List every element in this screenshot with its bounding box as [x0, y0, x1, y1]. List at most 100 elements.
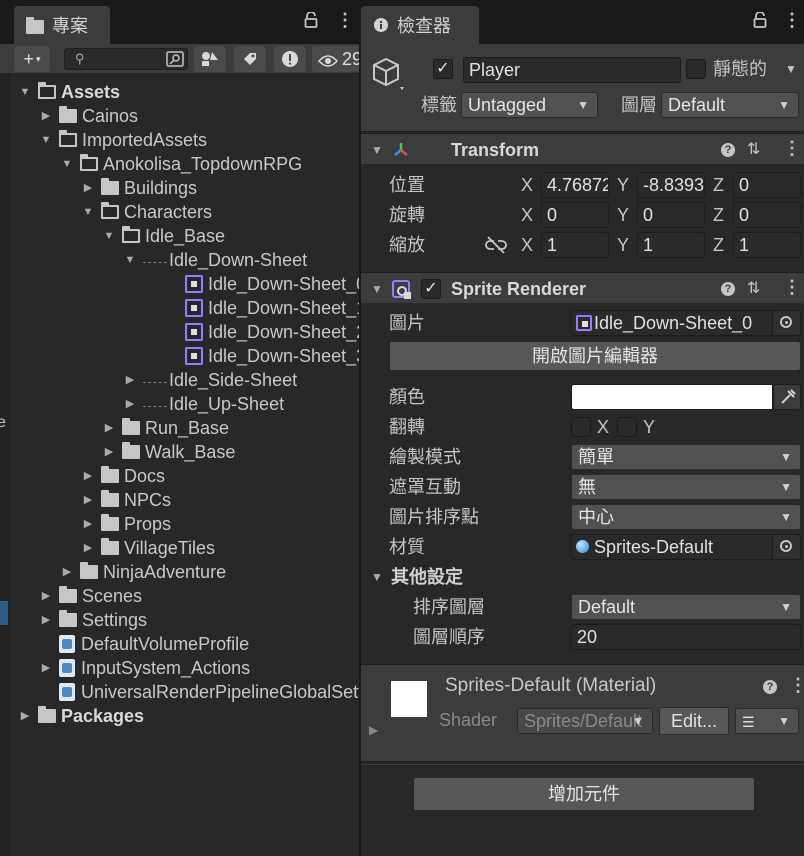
presets-icon[interactable]: ⇅ — [747, 278, 760, 298]
filter-by-label-icon[interactable] — [234, 46, 266, 72]
collapse-arrow-icon[interactable]: ▶ — [123, 392, 137, 416]
collapse-arrow-icon[interactable]: ▶ — [39, 656, 53, 680]
expand-arrow-icon[interactable]: ▼ — [18, 80, 32, 104]
help-icon[interactable]: ? — [763, 680, 777, 694]
collapse-arrow-icon[interactable]: ▶ — [39, 104, 53, 128]
edit-shader-button[interactable]: Edit... — [659, 707, 729, 735]
tree-item[interactable]: ▼ ImportedAssets — [39, 128, 207, 152]
tree-item[interactable]: ▼ Idle_Base — [102, 224, 225, 248]
rotation-x-field[interactable]: 0 — [541, 202, 609, 228]
add-component-button[interactable]: 增加元件 — [413, 777, 755, 811]
collapse-arrow-icon[interactable]: ▶ — [39, 584, 53, 608]
scale-y-field[interactable]: 1 — [637, 232, 705, 258]
kebab-menu-icon[interactable]: ⋮ — [336, 10, 354, 31]
tree-item[interactable]: ▶ Packages — [18, 704, 144, 728]
inspector-tab[interactable]: 檢查器 — [361, 6, 479, 44]
collapse-arrow-icon[interactable]: ▼ — [371, 564, 383, 590]
tree-item[interactable]: ▶ Scenes — [39, 584, 142, 608]
expand-arrow-icon[interactable]: ▼ — [60, 152, 74, 176]
active-checkbox[interactable]: ✓ — [433, 59, 453, 79]
pos-y-label[interactable]: Y — [617, 172, 629, 198]
expand-arrow-icon[interactable]: ▼ — [102, 224, 116, 248]
tree-item[interactable]: Idle_Down-Sheet_0 — [165, 272, 359, 296]
eyedropper-icon[interactable] — [773, 384, 801, 410]
tree-item[interactable]: ▶ NinjaAdventure — [60, 560, 226, 584]
color-swatch[interactable] — [571, 384, 773, 410]
collapse-arrow-icon[interactable]: ▼ — [371, 134, 383, 166]
order-in-layer-field[interactable]: 20 — [571, 624, 801, 650]
presets-icon[interactable]: ⇅ — [747, 139, 760, 159]
scale-z-label[interactable]: Z — [713, 232, 724, 258]
position-x-field[interactable]: 4.76872 — [541, 172, 609, 198]
lock-icon[interactable] — [753, 11, 767, 33]
scale-y-label[interactable]: Y — [617, 232, 629, 258]
tree-item[interactable]: ▶ VillageTiles — [81, 536, 215, 560]
mask-interaction-dropdown[interactable]: 無 — [571, 474, 801, 500]
flip-x-checkbox[interactable] — [571, 417, 591, 437]
static-dropdown-icon[interactable]: ▼ — [785, 62, 797, 76]
collapse-arrow-icon[interactable]: ▶ — [81, 464, 95, 488]
tree-item[interactable]: ▶ Idle_Side-Sheet — [123, 368, 297, 392]
component-menu-icon[interactable]: ⋮ — [783, 138, 801, 159]
shader-options-dropdown[interactable]: ☰ — [735, 708, 799, 734]
object-picker-icon[interactable] — [772, 311, 800, 335]
scale-z-field[interactable]: 1 — [733, 232, 801, 258]
help-icon[interactable]: ? — [721, 143, 735, 157]
lock-icon[interactable] — [304, 11, 318, 33]
collapse-arrow-icon[interactable]: ▶ — [81, 536, 95, 560]
gameobject-cube-icon[interactable] — [371, 56, 404, 90]
tree-item[interactable]: ▼ Idle_Down-Sheet — [123, 248, 308, 272]
sprite-renderer-enabled-checkbox[interactable]: ✓ — [421, 279, 441, 299]
collapse-arrow-icon[interactable]: ▶ — [81, 176, 95, 200]
tree-item[interactable]: ▶ Idle_Up-Sheet — [123, 392, 284, 416]
expand-arrow-icon[interactable]: ▼ — [39, 128, 53, 152]
static-checkbox[interactable] — [686, 59, 706, 79]
tree-item[interactable]: ▶ Docs — [81, 464, 165, 488]
pos-z-label[interactable]: Z — [713, 172, 724, 198]
object-picker-icon[interactable] — [772, 535, 800, 559]
rotation-y-field[interactable]: 0 — [637, 202, 705, 228]
expand-arrow-icon[interactable]: ▼ — [81, 200, 95, 224]
collapse-arrow-icon[interactable]: ▶ — [81, 488, 95, 512]
collapse-arrow-icon[interactable]: ▶ — [102, 416, 116, 440]
rotation-z-field[interactable]: 0 — [733, 202, 801, 228]
sprite-field[interactable]: Idle_Down-Sheet_0 — [571, 310, 801, 336]
rot-y-label[interactable]: Y — [617, 202, 629, 228]
tree-item[interactable]: ▶ Walk_Base — [102, 440, 235, 464]
tree-item[interactable]: ▶ Buildings — [81, 176, 197, 200]
position-z-field[interactable]: 0 — [733, 172, 801, 198]
scale-x-field[interactable]: 1 — [541, 232, 609, 258]
tree-item[interactable]: ▼ Anokolisa_TopdownRPG — [60, 152, 302, 176]
object-name-field[interactable]: Player — [463, 57, 681, 83]
collapse-arrow-icon[interactable]: ▶ — [81, 512, 95, 536]
tree-item[interactable]: ▶ Run_Base — [102, 416, 229, 440]
material-field[interactable]: Sprites-Default — [571, 534, 801, 560]
warning-filter-icon[interactable] — [274, 46, 306, 72]
additional-settings-label[interactable]: 其他設定 — [391, 564, 463, 590]
search-scope-icon[interactable] — [162, 46, 188, 72]
expand-arrow-icon[interactable]: ▶ — [369, 723, 378, 737]
create-button[interactable]: + ▾ — [14, 46, 50, 72]
material-menu-icon[interactable]: ⋮ — [789, 675, 804, 696]
tree-item[interactable]: ▶ Settings — [39, 608, 147, 632]
tree-item[interactable]: Idle_Down-Sheet_3 — [165, 344, 359, 368]
shader-dropdown[interactable]: Sprites/Default — [517, 708, 653, 734]
collapse-arrow-icon[interactable]: ▶ — [60, 560, 74, 584]
tree-item[interactable]: Idle_Down-Sheet_2 — [165, 320, 359, 344]
tag-dropdown[interactable]: Untagged — [461, 92, 598, 118]
tree-item[interactable]: ▶ InputSystem_Actions — [39, 656, 250, 680]
visibility-toggle[interactable]: 29 — [312, 46, 359, 72]
collapse-arrow-icon[interactable]: ▶ — [123, 368, 137, 392]
expand-arrow-icon[interactable]: ▼ — [123, 248, 137, 272]
scale-x-label[interactable]: X — [521, 232, 533, 258]
rot-z-label[interactable]: Z — [713, 202, 724, 228]
transform-header[interactable]: ▼ Transform ? ⇅ ⋮ — [361, 133, 804, 165]
tree-item[interactable]: ▼ Characters — [81, 200, 212, 224]
tree-item[interactable]: ▶ Props — [81, 512, 171, 536]
project-tab[interactable]: 專案 — [14, 6, 110, 44]
flip-y-checkbox[interactable] — [617, 417, 637, 437]
component-menu-icon[interactable]: ⋮ — [783, 277, 801, 298]
collapse-arrow-icon[interactable]: ▼ — [371, 273, 383, 305]
collapse-arrow-icon[interactable]: ▶ — [39, 608, 53, 632]
pos-x-label[interactable]: X — [521, 172, 533, 198]
